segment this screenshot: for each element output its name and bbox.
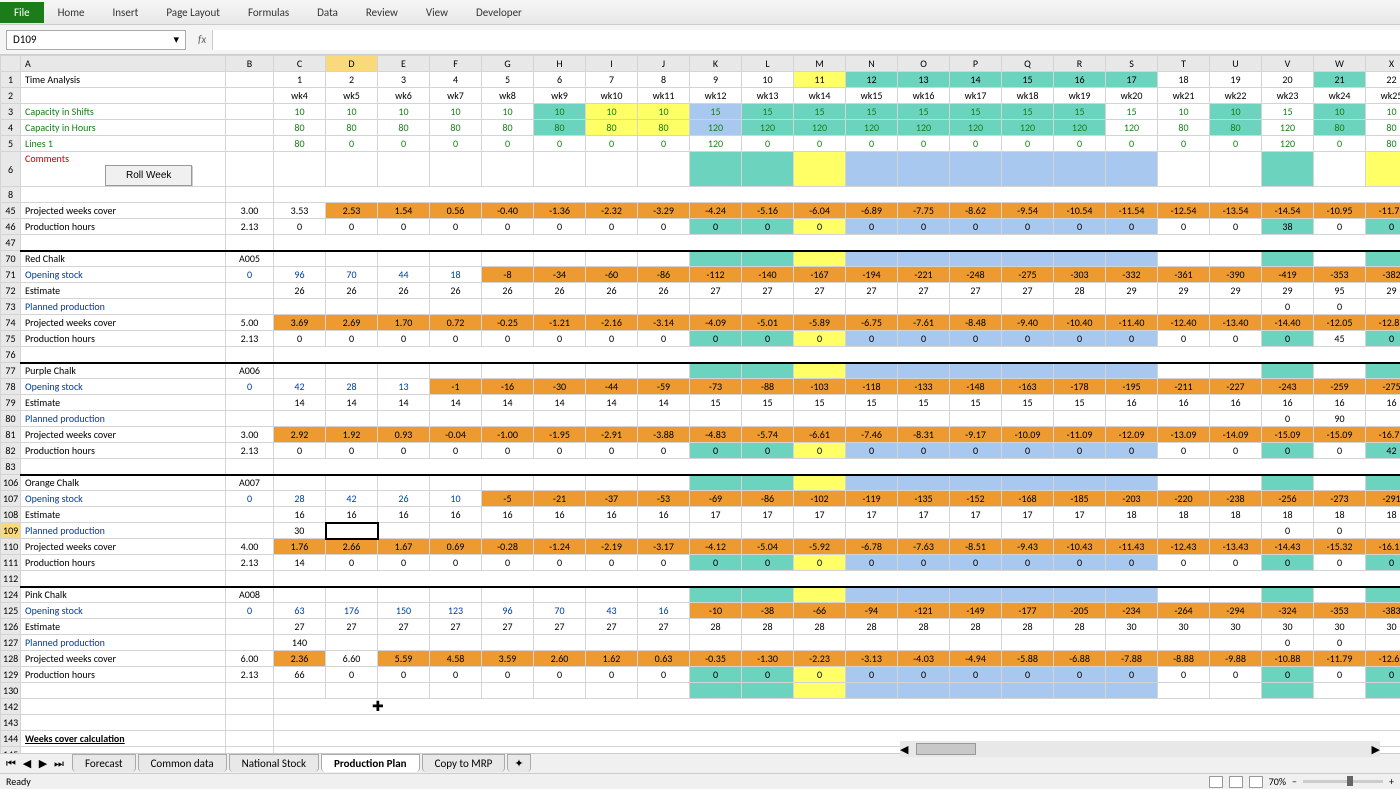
- capacity-hours-label: Capacity in Hours: [21, 120, 226, 136]
- planned-production-label: Planned production: [21, 523, 226, 539]
- row-82: 82Production hours2.13 00000000000000000…: [1, 443, 1400, 459]
- sheet-tab-new[interactable]: ✦: [507, 754, 530, 772]
- sheet-tab-national-stock[interactable]: National Stock: [229, 754, 319, 772]
- row-111: 111Production hours2.13 1400000000000000…: [1, 555, 1400, 571]
- row-70: 70Red ChalkA005: [1, 251, 1400, 267]
- zoom-out-icon[interactable]: −: [1292, 775, 1297, 788]
- tab-file[interactable]: File: [0, 2, 44, 23]
- view-normal-icon[interactable]: [1209, 776, 1223, 788]
- tab-data[interactable]: Data: [303, 2, 352, 23]
- horizontal-scrollbar[interactable]: ◀▶: [900, 741, 1380, 757]
- nav-prev-icon[interactable]: ◀: [20, 757, 34, 771]
- row-5: 5Lines 1 8000000001200000000000120080: [1, 136, 1400, 152]
- row-126: 126Estimate 2727272727272727282828282828…: [1, 619, 1400, 635]
- row-142: 142: [1, 699, 1400, 715]
- tab-page-layout[interactable]: Page Layout: [152, 2, 234, 23]
- row-2: 2 wk4wk5wk6wk7wk8wk9wk10wk11wk12wk13wk14…: [1, 88, 1400, 104]
- row-1: 1Time Analysis 1234567891011121314151617…: [1, 72, 1400, 88]
- sheet-tab-production-plan[interactable]: Production Plan: [321, 754, 420, 772]
- row-73: 73Planned production00: [1, 299, 1400, 315]
- roll-week-button[interactable]: Roll Week: [105, 165, 192, 186]
- time-analysis-label: Time Analysis: [21, 72, 226, 88]
- tab-formulas[interactable]: Formulas: [234, 2, 303, 23]
- row-109: 109Planned production3000: [1, 523, 1400, 539]
- sheet-tab-forecast[interactable]: Forecast: [72, 754, 136, 772]
- row-129: 129Production hours2.13 6600000000000000…: [1, 667, 1400, 683]
- tab-developer[interactable]: Developer: [462, 2, 536, 23]
- row-74: 74Projected weeks cover5.00 3.692.691.70…: [1, 315, 1400, 331]
- row-130: 130: [1, 683, 1400, 699]
- row-47: 47: [1, 235, 1400, 251]
- row-124: 124Pink ChalkA008: [1, 587, 1400, 603]
- name-box[interactable]: D109 ▾: [6, 30, 186, 50]
- row-45: 45Projected weeks cover3.00 3.532.531.54…: [1, 203, 1400, 219]
- sheet-tab-copy-to-mrp[interactable]: Copy to MRP: [422, 754, 506, 772]
- row-75: 75Production hours2.13 00000000000000000…: [1, 331, 1400, 347]
- row-128: 128Projected weeks cover6.00 2.366.605.5…: [1, 651, 1400, 667]
- row-107: 107Opening stock0 28422610-5-21-37-53-69…: [1, 491, 1400, 507]
- row-125: 125Opening stock0 6317615012396704316-10…: [1, 603, 1400, 619]
- row-108: 108Estimate 1616161616161616171717171717…: [1, 507, 1400, 523]
- row-8: 8: [1, 187, 1400, 203]
- weeks-cover-calc-label: Weeks cover calculation: [21, 731, 226, 747]
- row-78: 78Opening stock0 422813-1-16-30-44-59-73…: [1, 379, 1400, 395]
- orange-chalk-label: Orange Chalk: [21, 475, 226, 491]
- row-71: 71Opening stock0 96704418-8-34-60-86-112…: [1, 267, 1400, 283]
- row-77: 77Purple ChalkA006: [1, 363, 1400, 379]
- row-80: 80Planned production090: [1, 411, 1400, 427]
- tab-insert[interactable]: Insert: [99, 2, 153, 23]
- row-3: 3Capacity in Shifts 10101010101010101515…: [1, 104, 1400, 120]
- view-page-break-icon[interactable]: [1249, 776, 1263, 788]
- purple-chalk-label: Purple Chalk: [21, 363, 226, 379]
- capacity-shifts-label: Capacity in Shifts: [21, 104, 226, 120]
- sheet-tabs-bar: ⏮ ◀ ▶ ⏭ Forecast Common data National St…: [0, 753, 1400, 773]
- zoom-slider[interactable]: [1303, 780, 1383, 783]
- zoom-value: 70%: [1269, 775, 1286, 788]
- status-ready: Ready: [6, 775, 31, 788]
- row-110: 110Projected weeks cover4.00 1.762.661.6…: [1, 539, 1400, 555]
- tab-review[interactable]: Review: [352, 2, 412, 23]
- tab-home[interactable]: Home: [44, 2, 99, 23]
- column-headers[interactable]: A B C D EFGHIJKLMNOPQRSTUVWX: [1, 56, 1400, 72]
- comments-label: Comments: [25, 152, 69, 165]
- row-106: 106Orange ChalkA007: [1, 475, 1400, 491]
- formula-bar: D109 ▾ fx: [0, 25, 1400, 55]
- row-79: 79Estimate 14141414141414141515151515151…: [1, 395, 1400, 411]
- zoom-in-icon[interactable]: +: [1389, 775, 1394, 788]
- status-bar: Ready 70% − +: [0, 773, 1400, 789]
- row-46: 46Production hours2.13 00000000000000000…: [1, 219, 1400, 235]
- row-83: 83: [1, 459, 1400, 475]
- row-112: 112: [1, 571, 1400, 587]
- row-6: 6CommentsRoll Week: [1, 152, 1400, 187]
- row-72: 72Estimate 26262626262626262727272727272…: [1, 283, 1400, 299]
- formula-input[interactable]: [212, 30, 1400, 50]
- pink-chalk-label: Pink Chalk: [21, 587, 226, 603]
- dropdown-icon[interactable]: ▾: [173, 33, 179, 46]
- spreadsheet-grid[interactable]: A B C D EFGHIJKLMNOPQRSTUVWX 1Time Analy…: [0, 55, 1400, 773]
- nav-last-icon[interactable]: ⏭: [52, 757, 66, 771]
- ribbon: File Home Insert Page Layout Formulas Da…: [0, 0, 1400, 25]
- lines1-label: Lines 1: [21, 136, 226, 152]
- row-143: 143: [1, 715, 1400, 731]
- row-4: 4Capacity in Hours 808080808080808012012…: [1, 120, 1400, 136]
- tab-view[interactable]: View: [412, 2, 462, 23]
- name-box-value: D109: [13, 33, 37, 46]
- row-76: 76: [1, 347, 1400, 363]
- cell-d109[interactable]: [326, 523, 378, 539]
- nav-first-icon[interactable]: ⏮: [4, 757, 18, 771]
- view-page-layout-icon[interactable]: [1229, 776, 1243, 788]
- red-chalk-label: Red Chalk: [21, 251, 226, 267]
- row-81: 81Projected weeks cover3.00 2.921.920.93…: [1, 427, 1400, 443]
- row-127: 127Planned production14000: [1, 635, 1400, 651]
- sheet-tab-common-data[interactable]: Common data: [138, 754, 227, 772]
- nav-next-icon[interactable]: ▶: [36, 757, 50, 771]
- fx-label[interactable]: fx: [198, 33, 206, 46]
